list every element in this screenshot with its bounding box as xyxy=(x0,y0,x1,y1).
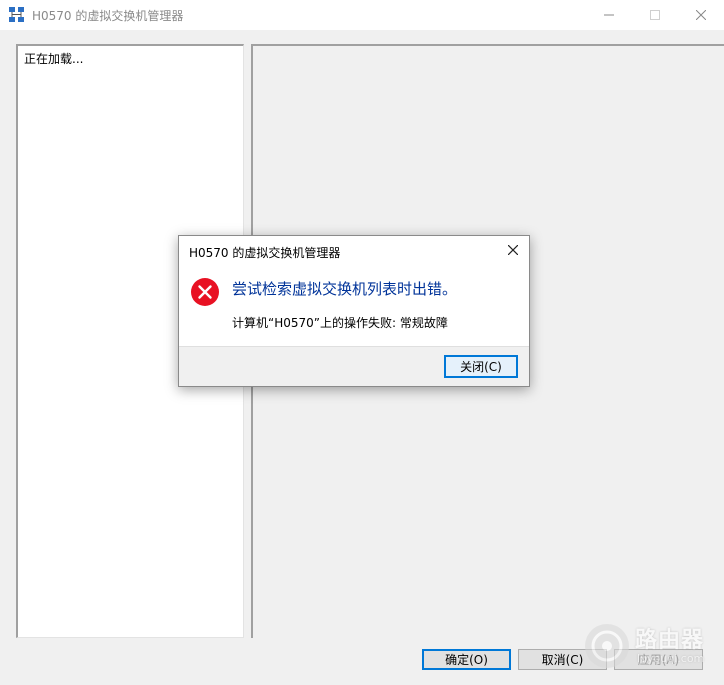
maximize-icon xyxy=(650,10,660,20)
error-icon xyxy=(190,277,220,307)
dialog-close-button[interactable] xyxy=(497,236,529,266)
title-bar[interactable]: H0570 的虚拟交换机管理器 xyxy=(0,0,724,30)
watermark: 路由器 luyouqi.com xyxy=(585,620,715,676)
minimize-button[interactable] xyxy=(586,0,632,30)
window-title: H0570 的虚拟交换机管理器 xyxy=(32,9,184,23)
watermark-title: 路由器 xyxy=(635,628,705,653)
dialog-title: H0570 的虚拟交换机管理器 xyxy=(189,246,341,260)
maximize-button[interactable] xyxy=(632,0,678,30)
error-dialog: H0570 的虚拟交换机管理器 尝试检索虚拟交换机列表时出错。 计算机“H057… xyxy=(178,235,530,387)
ok-button[interactable]: 确定(O) xyxy=(422,649,511,670)
dialog-footer: 关闭(C) xyxy=(179,346,529,386)
minimize-icon xyxy=(604,10,614,20)
watermark-subtitle: luyouqi.com xyxy=(637,652,705,665)
close-icon xyxy=(696,10,706,20)
router-logo-icon xyxy=(585,624,629,668)
dialog-close-action-button[interactable]: 关闭(C) xyxy=(444,355,518,378)
loading-text: 正在加载... xyxy=(24,52,84,66)
dialog-main-message: 尝试检索虚拟交换机列表时出错。 xyxy=(232,280,458,298)
network-switch-icon xyxy=(9,7,25,23)
close-button[interactable] xyxy=(678,0,724,30)
virtual-switch-manager-window: H0570 的虚拟交换机管理器 正在加载... 确定(O) 取消(C) 应用(A… xyxy=(0,0,724,685)
close-icon xyxy=(507,244,519,258)
dialog-detail-message: 计算机“H0570”上的操作失败: 常规故障 xyxy=(232,316,448,330)
